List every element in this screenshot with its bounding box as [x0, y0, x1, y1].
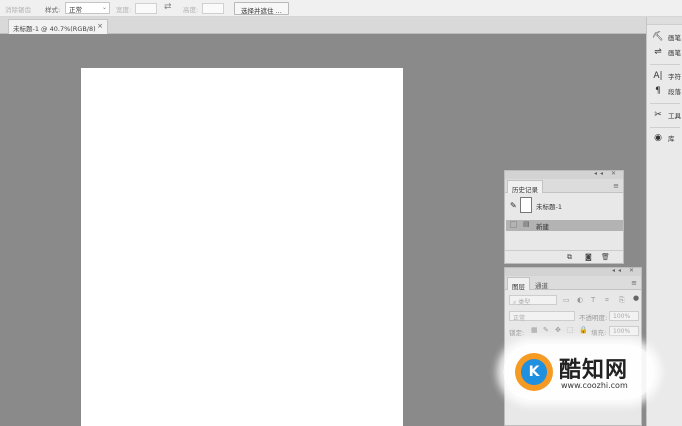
- blend-mode-select[interactable]: 正常: [509, 311, 575, 322]
- style-select-value: 正常: [69, 6, 82, 14]
- blend-mode-value: 正常: [513, 315, 526, 322]
- snapshot-thumbnail: [520, 197, 532, 213]
- filter-pixel-icon[interactable]: ▭: [563, 296, 570, 304]
- width-field[interactable]: [135, 3, 157, 14]
- tab-channels[interactable]: 通道: [531, 277, 552, 290]
- paragraph-icon: ¶: [655, 86, 661, 96]
- search-icon: ⌕: [513, 299, 517, 306]
- state-checkbox[interactable]: [510, 221, 517, 228]
- style-select[interactable]: 正常 ⌄: [65, 2, 110, 14]
- watermark-brand: 酷知网: [559, 358, 629, 383]
- lock-all-icon[interactable]: 🔒: [579, 326, 588, 334]
- panel-header[interactable]: ◂◂ ✕: [505, 267, 641, 276]
- brush-icon: ⛏: [652, 32, 664, 42]
- dock-item-label: 画笔: [668, 49, 681, 57]
- fill-label: 填充:: [591, 329, 607, 337]
- dock-divider: [650, 64, 680, 65]
- trash-icon[interactable]: 🗑: [601, 253, 610, 261]
- lock-image-icon[interactable]: ✎: [543, 326, 549, 334]
- kind-filter-value: 类型: [518, 299, 531, 306]
- history-tabs: 历史记录 ≡: [505, 179, 623, 194]
- filter-toggle-icon[interactable]: ●: [633, 294, 639, 302]
- watermark-url: www.coozhi.com: [561, 381, 628, 390]
- lock-label: 锁定:: [509, 329, 525, 337]
- dock-item-character[interactable]: A| 字符: [652, 70, 681, 82]
- opacity-label: 不透明度:: [579, 314, 608, 322]
- watermark: K 酷知网 www.coozhi.com: [503, 344, 655, 400]
- width-label: 宽度:: [116, 6, 132, 14]
- history-footer: ⧉ ◙ 🗑: [505, 250, 623, 263]
- watermark-logo-letter: K: [521, 359, 547, 385]
- lock-pixels-icon[interactable]: ▦: [531, 326, 538, 334]
- document-tab[interactable]: 未标题-1 @ 40.7%(RGB/8) ×: [8, 19, 108, 34]
- history-snapshot-row[interactable]: ✎ 未标题-1: [506, 195, 623, 215]
- swap-arrows-icon[interactable]: ⇄: [164, 2, 172, 12]
- dock-item-label: 工具: [668, 112, 681, 120]
- anti-alias-label[interactable]: 消除锯齿: [5, 4, 31, 14]
- kind-filter-select[interactable]: ⌕ 类型: [509, 295, 557, 306]
- dock-item-label: 段落: [668, 88, 681, 96]
- options-bar: 消除锯齿 样式: 正常 ⌄ 宽度: ⇄ 高度: 选择并遮住 ...: [0, 0, 682, 17]
- document-canvas[interactable]: [81, 68, 403, 426]
- fill-value: 100%: [613, 328, 631, 335]
- filter-type-icon[interactable]: T: [591, 296, 595, 304]
- height-field[interactable]: [202, 3, 224, 14]
- lock-position-icon[interactable]: ✥: [555, 326, 561, 334]
- camera-icon[interactable]: ◙: [585, 253, 592, 261]
- snapshot-label: 未标题-1: [536, 203, 562, 211]
- height-label: 高度:: [183, 6, 199, 14]
- opacity-value: 100%: [613, 313, 631, 320]
- dock-item-brush-settings[interactable]: ⇌ 画笔: [652, 46, 681, 58]
- chevron-down-icon: ⌄: [101, 4, 107, 11]
- new-document-icon: ▤: [523, 220, 530, 228]
- dock-grip[interactable]: [647, 17, 682, 25]
- libraries-icon: ◉: [654, 133, 662, 143]
- layers-tabs: 图层 通道 ≡: [505, 276, 641, 291]
- state-label: 新建: [536, 223, 549, 231]
- style-label: 样式:: [45, 6, 61, 14]
- panel-menu-icon[interactable]: ≡: [613, 182, 619, 190]
- document-tab-title: 未标题-1 @ 40.7%(RGB/8): [13, 25, 96, 33]
- watermark-logo: K: [515, 353, 553, 391]
- dock-item-label: 字符: [668, 73, 681, 81]
- tools-icon: ✂: [654, 110, 662, 120]
- dock-item-brush[interactable]: ⛏ 画笔: [652, 31, 681, 43]
- tab-layers[interactable]: 图层: [507, 277, 530, 291]
- filter-shape-icon[interactable]: ⌗: [605, 296, 609, 305]
- character-icon: A|: [653, 71, 663, 81]
- panel-menu-icon[interactable]: ≡: [631, 279, 637, 287]
- history-state-row[interactable]: ▤ 新建: [506, 220, 623, 231]
- collapse-close-icon[interactable]: ◂◂ ✕: [612, 267, 637, 274]
- dock-item-libraries[interactable]: ◉ 库: [652, 132, 675, 144]
- lock-artboard-icon[interactable]: ⬚: [567, 326, 574, 334]
- dock-item-label: 库: [668, 135, 675, 143]
- history-panel: ◂◂ ✕ 历史记录 ≡ ✎ 未标题-1 ▤ 新建 ⧉ ◙ 🗑: [504, 170, 624, 264]
- brush-settings-icon: ⇌: [654, 47, 662, 57]
- dock-item-paragraph[interactable]: ¶ 段落: [652, 85, 681, 97]
- collapse-close-icon[interactable]: ◂◂ ✕: [594, 170, 619, 177]
- panel-header[interactable]: ◂◂ ✕: [505, 170, 623, 179]
- select-and-mask-button[interactable]: 选择并遮住 ...: [234, 2, 289, 15]
- fill-field[interactable]: 100%: [609, 326, 639, 336]
- dock-item-label: 画笔: [668, 34, 681, 42]
- filter-smart-object-icon[interactable]: ⎘: [619, 296, 625, 305]
- dock-divider: [650, 127, 680, 128]
- document-tab-bar: 未标题-1 @ 40.7%(RGB/8) ×: [0, 17, 646, 34]
- opacity-field[interactable]: 100%: [609, 311, 639, 321]
- history-brush-icon: ✎: [510, 201, 517, 210]
- close-icon[interactable]: ×: [97, 22, 103, 30]
- dock-item-tools[interactable]: ✂ 工具: [652, 109, 681, 121]
- new-document-from-state-icon[interactable]: ⧉: [567, 253, 572, 262]
- tab-history[interactable]: 历史记录: [507, 180, 543, 194]
- filter-adjustment-icon[interactable]: ◐: [577, 296, 583, 304]
- dock-divider: [650, 103, 680, 104]
